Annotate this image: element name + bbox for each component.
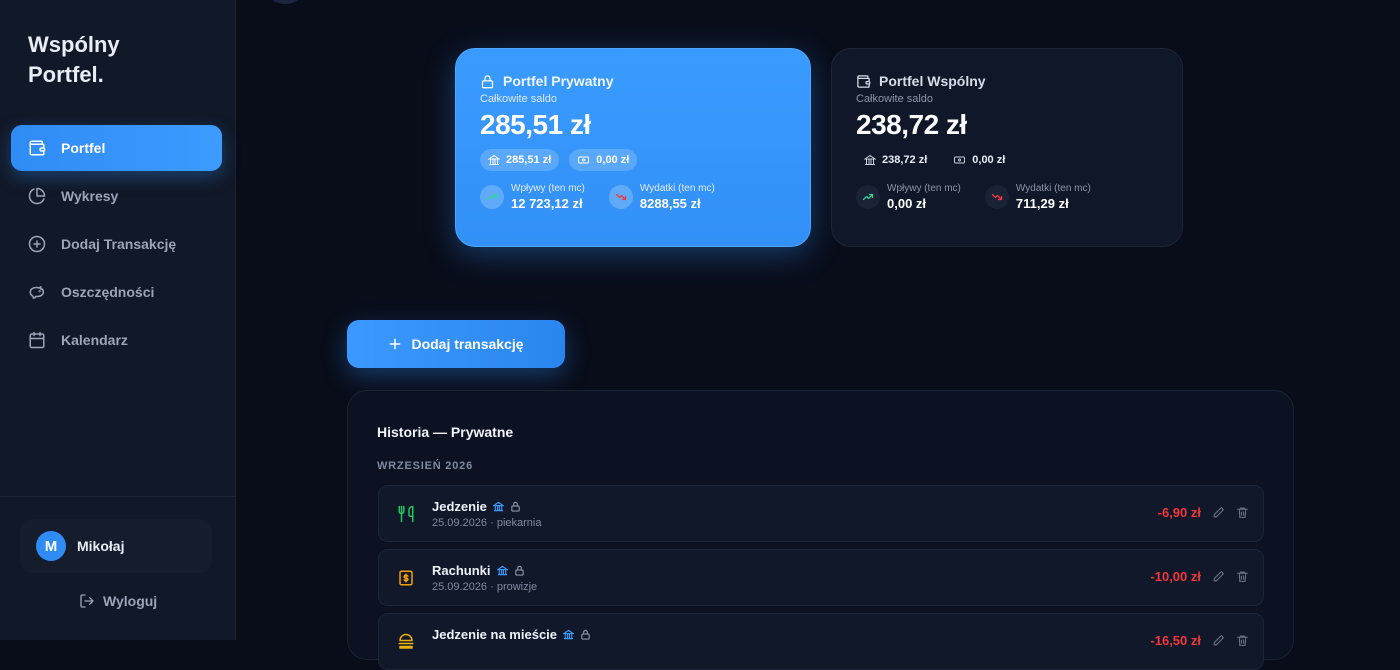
trending-up-icon	[856, 185, 880, 209]
sidebar-item-kalendarz[interactable]: Kalendarz	[11, 317, 222, 363]
trending-down-icon	[984, 185, 1009, 209]
cash-balance-chip: 0,00 zł	[569, 149, 638, 171]
sidebar-item-oszczednosci[interactable]: Oszczędności	[11, 269, 222, 315]
lock-icon	[514, 565, 525, 576]
sidebar-item-portfel[interactable]: Portfel	[11, 125, 222, 171]
sidebar-item-label: Oszczędności	[61, 284, 155, 300]
cash-balance-chip: 0,00 zł	[945, 149, 1014, 171]
sidebar-item-dodaj-transakcje[interactable]: Dodaj Transakcję	[11, 221, 222, 267]
income-summary: Wpływy (ten mc) 12 723,12 zł	[480, 183, 585, 211]
calendar-icon	[27, 330, 47, 350]
month-heading: WRZESIEŃ 2026	[377, 460, 473, 472]
history-panel: Historia — Prywatne WRZESIEŃ 2026 Jedzen…	[347, 390, 1294, 670]
transaction-row[interactable]: Jedzenie 25.09.2026 · piekarnia -6,90 zł	[378, 485, 1264, 542]
history-title: Historia — Prywatne	[377, 424, 514, 440]
avatar: M	[36, 531, 66, 561]
user-name: Mikołaj	[77, 538, 125, 554]
sidebar-item-label: Dodaj Transakcję	[61, 236, 177, 252]
card-total: 238,72 zł	[856, 109, 967, 140]
piggy-bank-icon	[27, 282, 47, 302]
transaction-amount: -16,50 zł	[1150, 633, 1201, 648]
pie-chart-icon	[27, 186, 47, 206]
trending-down-icon	[608, 185, 633, 209]
bank-icon	[563, 629, 575, 640]
card-subtitle: Całkowite saldo	[856, 93, 934, 105]
fastfood-icon	[395, 631, 417, 653]
transaction-meta: 25.09.2026 · piekarnia	[432, 517, 542, 529]
card-title: Portfel Wspólny	[879, 73, 986, 89]
card-subtitle: Całkowite saldo	[480, 93, 558, 105]
logout-button[interactable]: Wyloguj	[79, 590, 157, 612]
delete-icon[interactable]	[1236, 506, 1249, 519]
expense-summary: Wydatki (ten mc) 711,29 zł	[984, 183, 1091, 211]
transaction-row[interactable]: Rachunki 25.09.2026 · prowizje -10,00 zł	[378, 549, 1264, 606]
expense-summary: Wydatki (ten mc) 8288,55 zł	[608, 183, 715, 211]
delete-icon[interactable]	[1236, 634, 1249, 647]
lock-icon	[480, 74, 495, 89]
logout-label: Wyloguj	[103, 593, 158, 609]
utensils-icon	[395, 503, 417, 525]
plus-circle-icon	[27, 234, 47, 254]
delete-icon[interactable]	[1236, 570, 1249, 583]
wallet-card-shared[interactable]: Portfel Wspólny Całkowite saldo 238,72 z…	[831, 48, 1183, 247]
bank-icon	[496, 565, 508, 576]
sidebar: Wspólny Portfel. Portfel Wykresy Dodaj T…	[0, 0, 236, 640]
wallet-icon	[856, 74, 871, 89]
transaction-row[interactable]: Jedzenie na mieście -16,50 zł	[378, 613, 1264, 670]
lock-icon	[580, 629, 591, 640]
cash-icon	[577, 154, 590, 166]
sidebar-divider	[0, 496, 236, 497]
add-transaction-label: Dodaj transakcję	[411, 336, 524, 352]
sidebar-item-wykresy[interactable]: Wykresy	[11, 173, 222, 219]
brand-logo: Wspólny Portfel.	[28, 32, 120, 87]
bank-icon	[492, 501, 504, 512]
card-total: 285,51 zł	[480, 109, 591, 140]
income-summary: Wpływy (ten mc) 0,00 zł	[856, 183, 961, 211]
logout-icon	[79, 593, 95, 609]
sidebar-item-label: Kalendarz	[61, 332, 128, 348]
transaction-amount: -6,90 zł	[1157, 505, 1201, 520]
add-transaction-button[interactable]: Dodaj transakcję	[347, 320, 565, 368]
user-card[interactable]: M Mikołaj	[20, 519, 212, 573]
lock-icon	[510, 501, 521, 512]
trending-up-icon	[480, 185, 504, 209]
edit-icon[interactable]	[1212, 570, 1225, 583]
transaction-category: Jedzenie	[432, 499, 487, 514]
transaction-amount: -10,00 zł	[1150, 569, 1201, 584]
transaction-meta: 25.09.2026 · prowizje	[432, 581, 538, 593]
wallet-card-private[interactable]: Portfel Prywatny Całkowite saldo 285,51 …	[455, 48, 811, 247]
bank-balance-chip: 285,51 zł	[480, 149, 560, 171]
plus-icon	[388, 337, 402, 351]
sidebar-item-label: Portfel	[61, 140, 106, 156]
edit-icon[interactable]	[1212, 506, 1225, 519]
sidebar-item-label: Wykresy	[61, 188, 119, 204]
card-title: Portfel Prywatny	[503, 73, 614, 89]
cash-icon	[953, 154, 966, 166]
transaction-category: Rachunki	[432, 563, 491, 578]
bill-icon	[395, 567, 417, 589]
bank-balance-chip: 238,72 zł	[856, 149, 936, 171]
sidebar-nav: Portfel Wykresy Dodaj Transakcję Oszczęd…	[11, 125, 222, 365]
edit-icon[interactable]	[1212, 634, 1225, 647]
wallet-icon	[27, 138, 47, 158]
decorative-dot	[270, 0, 300, 4]
bank-icon	[488, 154, 500, 166]
bank-icon	[864, 154, 876, 166]
